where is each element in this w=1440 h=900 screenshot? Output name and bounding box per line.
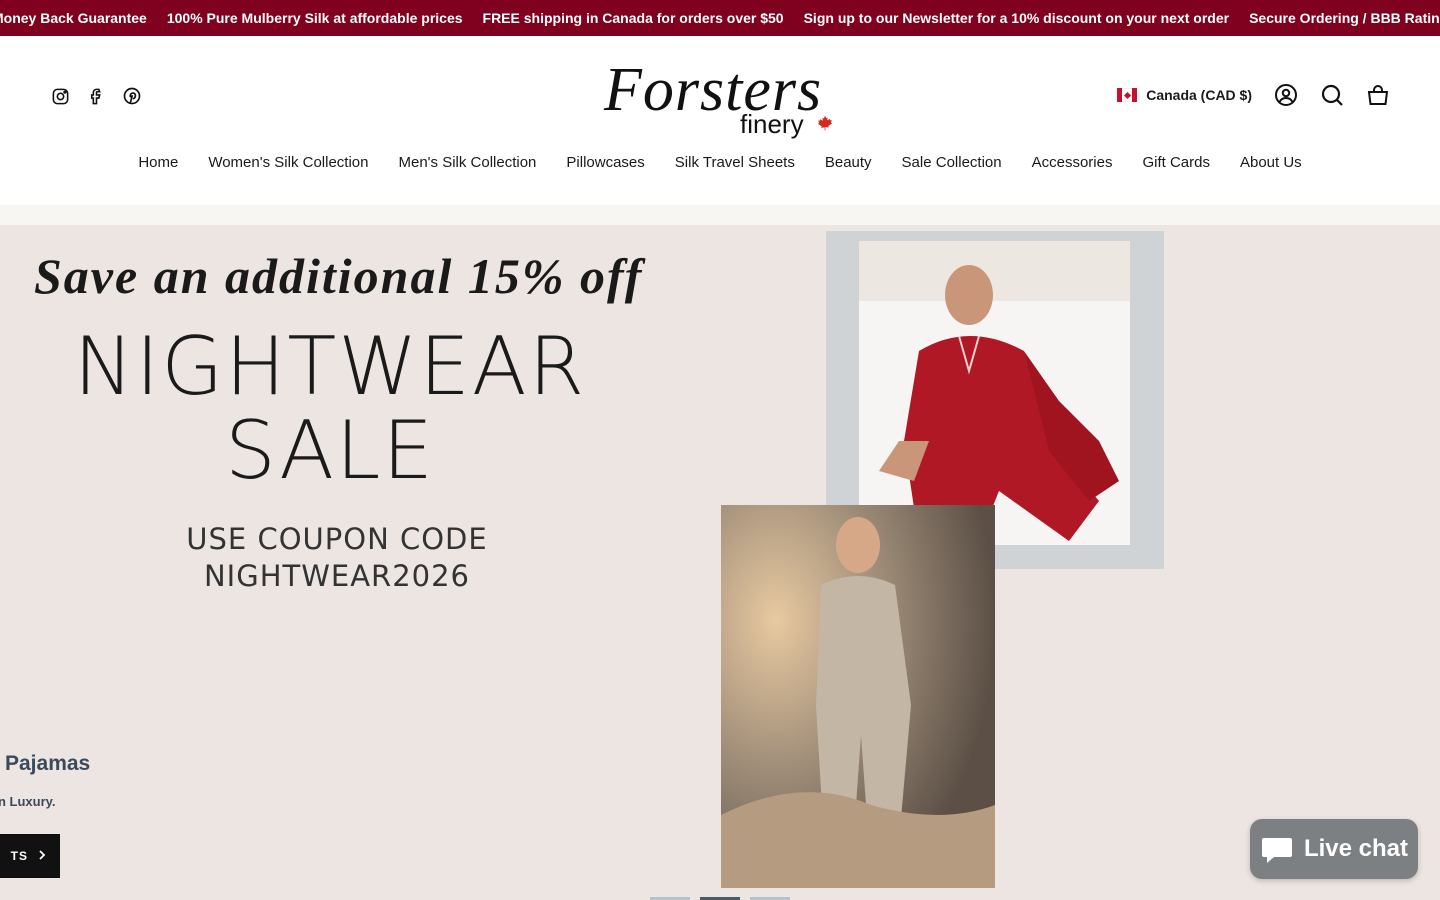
man-pajamas-photo	[859, 241, 1130, 545]
live-chat-button[interactable]: Live chat	[1250, 819, 1418, 879]
slide-subtitle: n Luxury.	[0, 794, 56, 809]
announcement-item: Money Back Guarantee	[0, 10, 147, 26]
coupon-code: NIGHTWEAR2026	[203, 559, 471, 593]
facebook-icon[interactable]	[86, 86, 106, 106]
promo-coupon: USE COUPON CODE NIGHTWEAR2026	[137, 521, 537, 595]
main-nav: Home Women's Silk Collection Men's Silk …	[0, 154, 1440, 171]
announcement-item: Secure Ordering / BBB Rating: A+	[1249, 10, 1440, 26]
social-links	[50, 86, 142, 106]
site-logo[interactable]: Forsters finery	[600, 50, 840, 142]
header-actions: Canada (CAD $)	[1117, 83, 1390, 107]
chat-bubble-icon	[1261, 838, 1292, 863]
hero-banner[interactable]: Save an additional 15% off NIGHTWEAR SAL…	[0, 225, 1440, 900]
nav-item-travel-sheets[interactable]: Silk Travel Sheets	[675, 154, 795, 171]
promo-title-line: SALE	[224, 404, 436, 497]
promo-title: NIGHTWEAR SALE	[70, 325, 590, 493]
cart-icon[interactable]	[1366, 83, 1390, 107]
logo-subtitle: finery	[740, 109, 804, 139]
country-selector[interactable]: Canada (CAD $)	[1117, 87, 1252, 103]
search-icon[interactable]	[1320, 83, 1344, 107]
announcement-item: FREE shipping in Canada for orders over …	[482, 10, 784, 26]
announcement-bar: Money Back Guarantee 100% Pure Mulberry …	[0, 0, 1440, 36]
woman-pajamas-photo	[721, 505, 995, 888]
nav-item-gift-cards[interactable]: Gift Cards	[1142, 154, 1210, 171]
announcement-item: 100% Pure Mulberry Silk at affordable pr…	[166, 10, 463, 26]
nav-item-about-us[interactable]: About Us	[1240, 154, 1302, 171]
promo-headline: Save an additional 15% off	[34, 248, 644, 304]
chevron-right-icon	[38, 849, 46, 863]
nav-item-sale[interactable]: Sale Collection	[902, 154, 1002, 171]
nav-item-womens-silk[interactable]: Women's Silk Collection	[208, 154, 368, 171]
instagram-icon[interactable]	[50, 86, 70, 106]
account-icon[interactable]	[1274, 83, 1298, 107]
nav-item-mens-silk[interactable]: Men's Silk Collection	[398, 154, 536, 171]
coupon-label: USE COUPON CODE	[186, 522, 488, 556]
nav-item-pillowcases[interactable]: Pillowcases	[566, 154, 644, 171]
shop-now-button[interactable]: TS	[0, 834, 60, 878]
canada-flag-icon	[1117, 88, 1138, 102]
pinterest-icon[interactable]	[122, 86, 142, 106]
announcement-item: Sign up to our Newsletter for a 10% disc…	[803, 10, 1230, 26]
live-chat-label: Live chat	[1303, 835, 1409, 862]
country-label: Canada (CAD $)	[1146, 87, 1252, 103]
nav-item-home[interactable]: Home	[138, 154, 178, 171]
shop-button-label: TS	[10, 849, 28, 863]
promo-title-line: NIGHTWEAR	[73, 320, 587, 413]
nav-item-accessories[interactable]: Accessories	[1032, 154, 1113, 171]
nav-item-beauty[interactable]: Beauty	[825, 154, 872, 171]
announcement-track: Money Back Guarantee 100% Pure Mulberry …	[0, 0, 1440, 36]
slide-title: Pajamas	[5, 752, 91, 775]
header-divider	[0, 205, 1440, 225]
maple-leaf-icon	[816, 114, 834, 137]
site-header: Forsters finery Canada (CAD $) Home Wome…	[0, 36, 1440, 205]
